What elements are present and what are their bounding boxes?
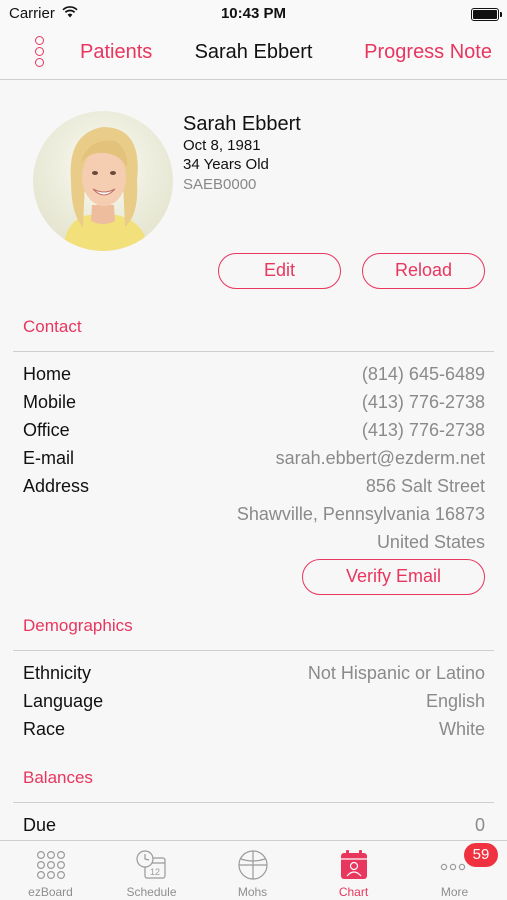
menu-dots-icon[interactable]	[32, 36, 46, 70]
due-value: 0	[474, 815, 485, 835]
clock: 10:43 PM	[220, 5, 287, 22]
mobile-phone-value[interactable]: (413) 776-2738	[362, 392, 485, 413]
contact-row-office[interactable]: Office (413) 776-2738	[23, 420, 485, 446]
row-label: Race	[23, 719, 66, 739]
tab-chart[interactable]: Chart	[303, 841, 404, 900]
contact-row-address-2: Shawville, Pennsylvania 16873	[23, 504, 485, 530]
row-label: Ethnicity	[23, 663, 92, 683]
patient-avatar	[33, 111, 173, 251]
battery-icon	[471, 8, 502, 21]
row-label: Due	[23, 815, 57, 835]
patient-age: 34 Years Old	[183, 156, 269, 173]
tab-label: Chart	[338, 885, 369, 899]
balances-divider	[13, 802, 494, 803]
address-line-1: 856 Salt Street	[365, 476, 485, 496]
tab-bar: ezBoard 12 Schedule Mohs Chart More	[0, 840, 507, 900]
grid-dots-icon	[36, 850, 65, 880]
calendar-clock-icon: 12	[135, 850, 166, 879]
patient-name: Sarah Ebbert	[183, 113, 301, 135]
contact-row-email[interactable]: E-mail sarah.ebbert@ezderm.net	[23, 448, 485, 474]
svg-text:12: 12	[149, 867, 159, 877]
address-line-3: United States	[376, 532, 485, 552]
demographics-row-language: Language English	[23, 691, 485, 717]
demographics-row-race: Race White	[23, 719, 485, 745]
tab-ezboard[interactable]: ezBoard	[0, 841, 101, 900]
edit-button[interactable]: Edit	[218, 253, 341, 289]
navigation-bar: Patients Sarah Ebbert Progress Note	[0, 28, 507, 80]
row-label: E-mail	[23, 448, 75, 468]
patient-detail[interactable]: Sarah Ebbert Oct 8, 1981 34 Years Old SA…	[0, 81, 507, 841]
contact-row-home[interactable]: Home (814) 645-6489	[23, 364, 485, 390]
balances-section-header: Balances	[23, 768, 93, 787]
contact-row-address-3: United States	[23, 532, 485, 558]
verify-email-button[interactable]: Verify Email	[302, 559, 485, 595]
race-value: White	[438, 719, 485, 739]
contact-row-mobile[interactable]: Mobile (413) 776-2738	[23, 392, 485, 418]
language-value: English	[425, 691, 485, 711]
email-value[interactable]: sarah.ebbert@ezderm.net	[276, 448, 485, 469]
more-badge: 59	[464, 843, 498, 867]
patient-id: SAEB0000	[183, 176, 257, 193]
row-label: Office	[23, 420, 70, 440]
status-bar: Carrier 10:43 PM	[0, 0, 507, 28]
mohs-map-icon	[237, 850, 268, 880]
reload-button[interactable]: Reload	[362, 253, 485, 289]
tab-schedule[interactable]: 12 Schedule	[101, 841, 202, 900]
progress-note-button[interactable]: Progress Note	[364, 41, 492, 64]
office-phone-value[interactable]: (413) 776-2738	[362, 420, 485, 441]
contact-divider	[13, 351, 494, 352]
row-label: Language	[23, 691, 104, 711]
tab-label: Schedule	[126, 885, 177, 899]
demographics-row-ethnicity: Ethnicity Not Hispanic or Latino	[23, 663, 485, 689]
row-label: Address	[23, 476, 90, 496]
balances-row-due: Due 0	[23, 815, 485, 841]
tab-label: ezBoard	[28, 885, 73, 899]
tab-label: Mohs	[237, 885, 268, 899]
contact-row-address: Address 856 Salt Street	[23, 476, 485, 502]
row-label: Home	[23, 364, 72, 384]
chart-patient-icon	[340, 850, 367, 879]
tab-label: More	[440, 885, 469, 899]
row-label: Mobile	[23, 392, 77, 412]
patients-back-button[interactable]: Patients	[80, 41, 152, 64]
demographics-divider	[13, 650, 494, 651]
home-phone-value[interactable]: (814) 645-6489	[362, 364, 485, 385]
tab-mohs[interactable]: Mohs	[202, 841, 303, 900]
patient-dob: Oct 8, 1981	[183, 137, 261, 154]
demographics-section-header: Demographics	[23, 616, 133, 635]
address-line-2: Shawville, Pennsylvania 16873	[236, 504, 485, 524]
ethnicity-value: Not Hispanic or Latino	[307, 663, 485, 683]
contact-section-header: Contact	[23, 317, 82, 336]
